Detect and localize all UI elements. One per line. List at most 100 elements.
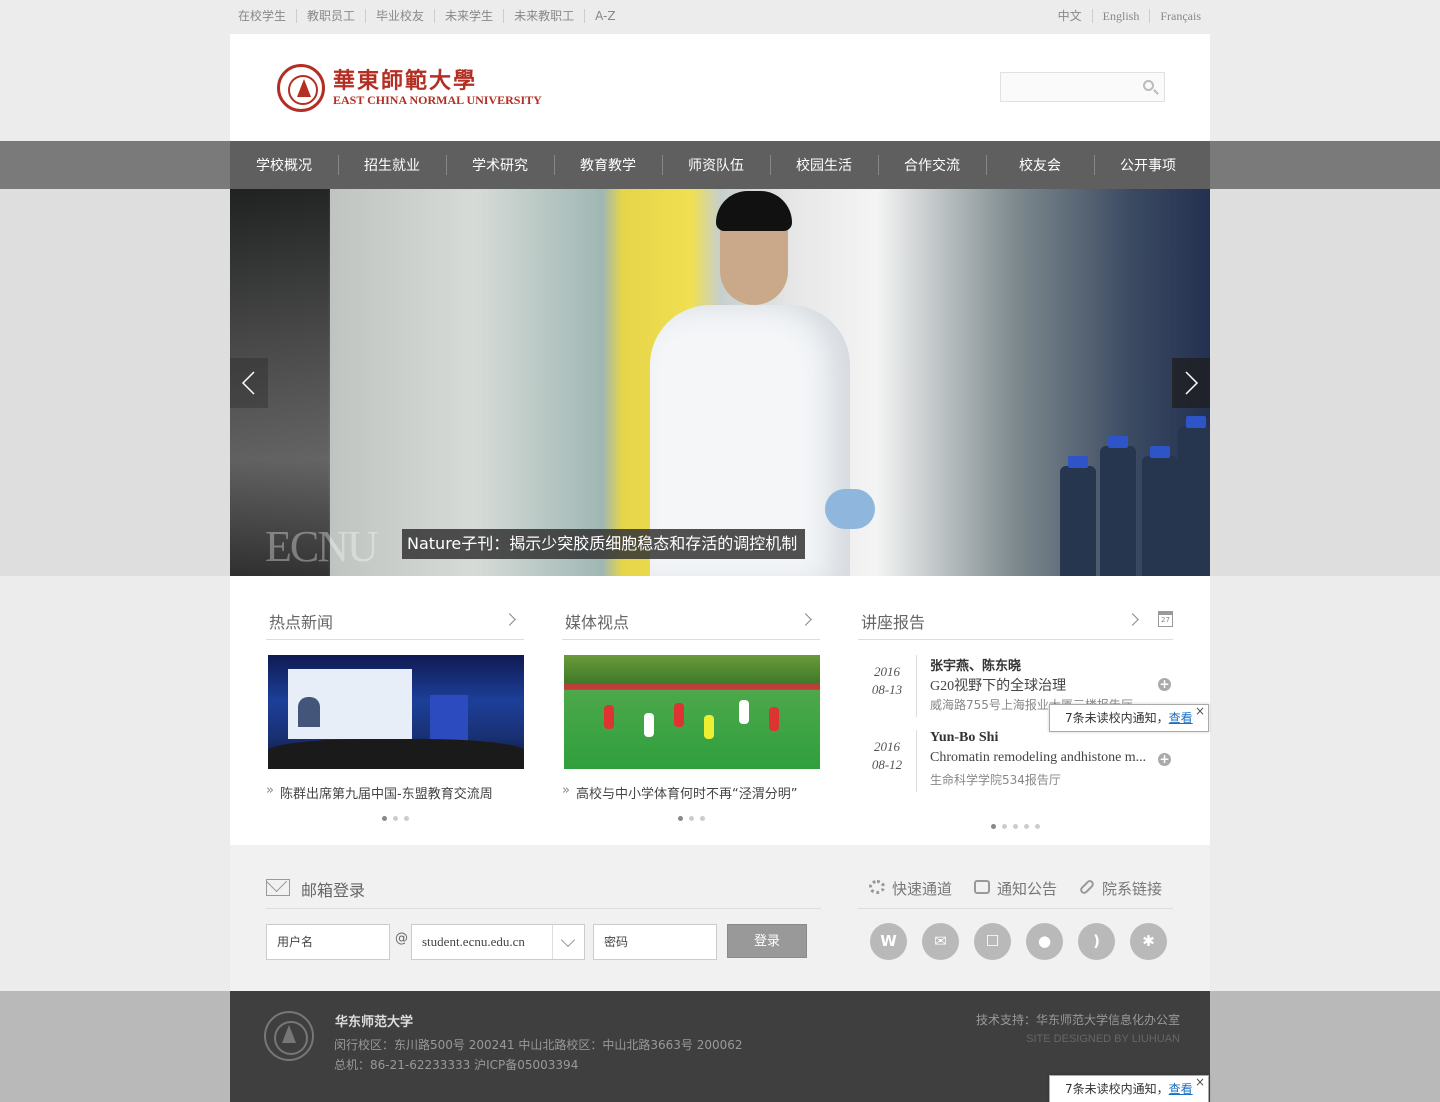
footer-designer: SITE DESIGNED BY LIUHUAN [1026, 1033, 1180, 1045]
banner-researcher-image [650, 191, 850, 576]
username-input[interactable]: 用户名 [266, 924, 390, 960]
hot-news-image[interactable] [268, 655, 524, 769]
media-image[interactable] [564, 655, 820, 769]
rss-icon[interactable]: ) [1078, 923, 1115, 960]
header: 華東師範大學 EAST CHINA NORMAL UNIVERSITY [230, 34, 1210, 141]
nav-faculty[interactable]: 师资队伍 [662, 141, 770, 189]
media-headline[interactable]: 高校与中小学体育何时不再“泾渭分明” [562, 783, 820, 802]
toast-view-link[interactable]: 查看 [1169, 711, 1193, 725]
hot-news-headline[interactable]: 陈群出席第九届中国-东盟教育交流周 [266, 783, 524, 802]
calendar-icon[interactable]: 27 [1158, 611, 1173, 627]
banner-next-button[interactable] [1172, 358, 1210, 408]
plus-icon[interactable]: + [1158, 678, 1171, 691]
lectures-section: 讲座报告 27 2016 08-13 张宇燕、陈东晓 G20视野下的全球治理 威海… [858, 606, 1173, 829]
nav-alumni[interactable]: 校友会 [986, 141, 1094, 189]
wechat-icon[interactable]: ✉ [922, 923, 959, 960]
pager-dot[interactable] [677, 816, 683, 821]
monitor-icon [973, 880, 990, 894]
nav-about[interactable]: 学校概况 [230, 141, 338, 189]
plus-icon[interactable]: + [1158, 753, 1171, 766]
link-a-z[interactable]: A-Z [584, 9, 626, 23]
close-icon[interactable]: × [1195, 1069, 1205, 1095]
pager-dot[interactable] [1024, 824, 1029, 829]
lecture-item[interactable]: 2016 08-12 Yun-Bo Shi Chromatin remodelin… [858, 730, 1173, 792]
at-sign: @ [395, 931, 408, 946]
pager-dot[interactable] [1013, 824, 1018, 829]
pager-dot[interactable] [1035, 824, 1040, 829]
pager-dot[interactable] [392, 816, 398, 821]
pager-dot[interactable] [403, 816, 409, 821]
weibo-icon[interactable]: W [870, 923, 907, 960]
footer-tech-support: 技术支持：华东师范大学信息化办公室 [975, 1013, 1180, 1027]
pager-dot[interactable] [1002, 824, 1007, 829]
apple-icon[interactable]: ● [1026, 923, 1063, 960]
footer-address: 闵行校区：东川路500号 200241 中山北路校区：中山北路3663号 200… [334, 1038, 743, 1072]
chevron-down-icon[interactable] [552, 925, 584, 959]
search-icon[interactable] [1143, 80, 1154, 91]
pager-dot[interactable] [991, 824, 996, 829]
nav-admissions[interactable]: 招生就业 [338, 141, 446, 189]
unread-notice-toast: 7条未读校内通知，查看 × [1049, 704, 1209, 732]
toast-text: 7条未读校内通知， [1065, 711, 1169, 725]
lectures-title: 讲座报告 [861, 613, 926, 632]
password-input[interactable]: 密码 [593, 924, 717, 960]
media-section: 媒体视点 高校与中小学体育何时不再“泾渭分明” [562, 606, 820, 821]
logo-english-name: EAST CHINA NORMAL UNIVERSITY [333, 93, 542, 107]
media-title: 媒体视点 [565, 613, 630, 632]
lecture-speaker: Yun-Bo Shi [930, 730, 999, 745]
quick-links-header: 快速通道 通知公告 院系链接 [858, 875, 1173, 909]
quick-access-tab[interactable]: 快速通道 [868, 875, 952, 908]
banner-prev-button[interactable] [230, 358, 268, 408]
lang-english[interactable]: English [1091, 9, 1150, 23]
lang-chinese[interactable]: 中文 [1048, 9, 1092, 23]
pager-dot[interactable] [688, 816, 694, 821]
login-area: 邮箱登录 用户名 @ student.ecnu.edu.cn 密码 登录 快速通… [230, 845, 1210, 991]
notices-tab[interactable]: 通知公告 [973, 875, 1057, 908]
unread-notice-toast: 7条未读校内通知，查看 × [1049, 1075, 1209, 1102]
link-future-students[interactable]: 未来学生 [434, 9, 503, 23]
envelope-icon [266, 879, 290, 896]
lecture-topic[interactable]: Chromatin remodeling andhistone m... [930, 750, 1158, 766]
hot-news-title: 热点新闻 [269, 613, 334, 632]
nav-campus-life[interactable]: 校园生活 [770, 141, 878, 189]
nav-cooperation[interactable]: 合作交流 [878, 141, 986, 189]
link-staff[interactable]: 教职员工 [296, 9, 365, 23]
chevron-right-icon[interactable] [799, 613, 812, 626]
nav-public-affairs[interactable]: 公开事项 [1094, 141, 1202, 189]
nav-education[interactable]: 教育教学 [554, 141, 662, 189]
search-input[interactable] [1001, 73, 1131, 101]
mobile-icon[interactable]: ☐ [974, 923, 1011, 960]
login-button[interactable]: 登录 [727, 924, 807, 958]
banner-slider[interactable]: ECNU Nature子刊：揭示少突胶质细胞稳态和存活的调控机制 [230, 189, 1210, 576]
toast-view-link[interactable]: 查看 [1169, 1082, 1193, 1096]
link-alumni[interactable]: 毕业校友 [365, 9, 434, 23]
toast-text: 7条未读校内通知， [1065, 1082, 1169, 1096]
lectures-pager [858, 824, 1173, 829]
lecture-place: 生命科学学院534报告厅 [930, 773, 1061, 787]
departments-tab[interactable]: 院系链接 [1078, 875, 1162, 908]
hot-news-pager [266, 816, 524, 821]
link-future-staff[interactable]: 未来教职工 [503, 9, 584, 23]
lecture-topic[interactable]: G20视野下的全球治理 [930, 675, 1158, 695]
chevron-right-icon[interactable] [503, 613, 516, 626]
close-icon[interactable]: × [1195, 698, 1205, 724]
university-logo[interactable]: 華東師範大學 EAST CHINA NORMAL UNIVERSITY [277, 64, 542, 112]
pager-dot[interactable] [381, 816, 387, 821]
footer-university-name: 华东师范大学 [335, 1015, 414, 1030]
banner-area: ECNU Nature子刊：揭示少突胶质细胞稳态和存活的调控机制 [0, 189, 1440, 576]
banner-watermark: ECNU [265, 522, 379, 571]
lecture-date: 2016 08-13 [871, 664, 903, 697]
footer-area: 华东师范大学 闵行校区：东川路500号 200241 中山北路校区：中山北路36… [0, 991, 1440, 1102]
banner-caption[interactable]: Nature子刊：揭示少突胶质细胞稳态和存活的调控机制 [402, 529, 806, 559]
audience-links: 在校学生 教职员工 毕业校友 未来学生 未来教职工 A-Z [238, 9, 626, 23]
banner-glove-image [825, 489, 875, 529]
settings-icon[interactable]: ✱ [1130, 923, 1167, 960]
chevron-right-icon[interactable] [1126, 613, 1139, 626]
chevron-right-icon [1185, 371, 1199, 395]
lang-french[interactable]: Français [1149, 9, 1201, 23]
link-students[interactable]: 在校学生 [238, 9, 296, 23]
nav-research[interactable]: 学术研究 [446, 141, 554, 189]
mail-domain-select[interactable]: student.ecnu.edu.cn [411, 924, 585, 960]
gear-icon [868, 880, 885, 894]
pager-dot[interactable] [699, 816, 705, 821]
